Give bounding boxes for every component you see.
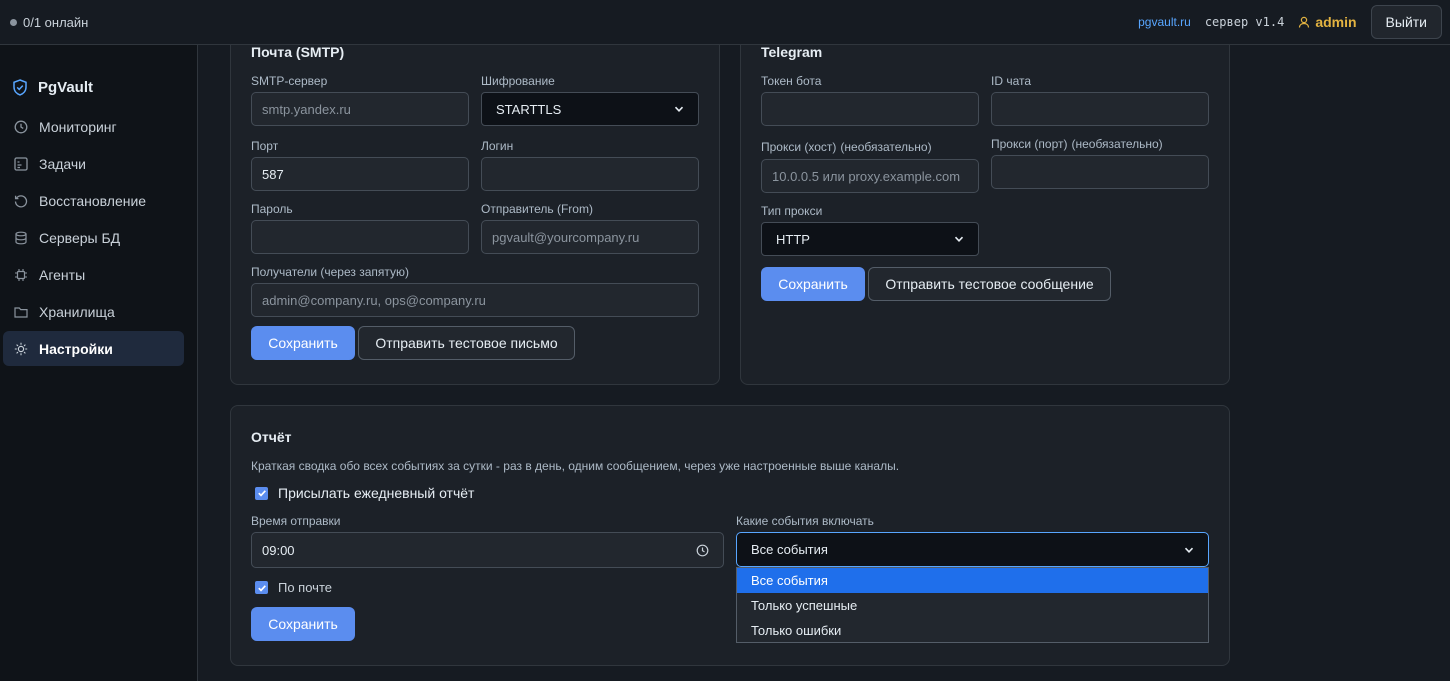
sidebar-item-restore[interactable]: Восстановление <box>3 183 184 218</box>
chevron-down-icon <box>1184 547 1194 553</box>
sidebar-item-db-servers[interactable]: Серверы БД <box>3 220 184 255</box>
sidebar-item-label: Мониторинг <box>39 118 117 135</box>
events-value: Все события <box>751 542 828 557</box>
sidebar-item-agents[interactable]: Агенты <box>3 257 184 292</box>
proxy-port-input[interactable] <box>991 155 1209 189</box>
email-report-toggle[interactable]: По почте <box>255 580 332 595</box>
smtp-title: Почта (SMTP) <box>251 44 345 60</box>
recipients-label: Получатели (через запятую) <box>251 265 410 279</box>
token-label: Токен бота <box>761 74 822 88</box>
port-label: Порт <box>251 139 279 153</box>
brand-name: PgVault <box>38 78 94 96</box>
events-option-errors[interactable]: Только ошибки <box>737 618 1208 643</box>
token-input[interactable] <box>761 92 979 126</box>
online-status: 0/1 онлайн <box>10 15 88 30</box>
chevron-down-icon <box>954 236 964 242</box>
events-label: Какие события включать <box>736 514 874 528</box>
time-label: Время отправки <box>251 514 341 528</box>
proxy-host-label: Прокси (хост) (необязательно) <box>761 140 932 154</box>
password-label: Пароль <box>251 202 293 216</box>
shield-icon <box>13 78 27 96</box>
clock-icon[interactable] <box>696 544 709 557</box>
proxy-port-label: Прокси (порт) (необязательно) <box>991 137 1163 151</box>
telegram-save-button[interactable]: Сохранить <box>761 267 865 301</box>
site-link[interactable]: pgvault.ru <box>1138 15 1191 29</box>
sidebar-item-label: Хранилища <box>39 303 115 320</box>
events-select[interactable]: Все события <box>736 532 1209 567</box>
sun-icon <box>13 341 29 357</box>
logout-button[interactable]: Выйти <box>1370 5 1442 39</box>
sidebar-item-tasks[interactable]: Задачи <box>3 146 184 181</box>
chat-id-label: ID чата <box>991 74 1032 88</box>
time-input[interactable]: 09:00 <box>251 532 724 568</box>
from-label: Отправитель (From) <box>481 202 593 216</box>
encryption-value: STARTTLS <box>496 101 562 117</box>
encryption-select[interactable]: STARTTLS <box>481 92 699 126</box>
sidebar-item-monitoring[interactable]: Мониторинг <box>3 109 184 144</box>
proxy-type-label: Тип прокси <box>761 204 823 218</box>
report-save-button[interactable]: Сохранить <box>251 607 355 641</box>
email-report-label: По почте <box>278 580 332 595</box>
report-title: Отчёт <box>251 429 292 445</box>
daily-report-checkbox[interactable] <box>255 486 268 500</box>
status-dot <box>10 18 17 26</box>
events-dropdown-list: Все события Только успешные Только ошибк… <box>736 567 1209 643</box>
daily-report-toggle[interactable]: Присылать ежедневный отчёт <box>255 485 474 501</box>
password-input[interactable] <box>251 220 469 254</box>
current-user[interactable]: admin <box>1298 14 1357 30</box>
sidebar-item-label: Восстановление <box>39 192 147 209</box>
smtp-server-label: SMTP-сервер <box>251 74 328 88</box>
proxy-host-optional: (необязательно) <box>840 140 932 154</box>
clock-icon <box>13 119 29 135</box>
proxy-host-input[interactable]: 10.0.0.5 или proxy.example.com <box>761 159 979 193</box>
chat-id-input[interactable] <box>991 92 1209 126</box>
sidebar: PgVault Мониторинг Задачи Восстановление… <box>0 45 198 681</box>
email-report-checkbox[interactable] <box>255 581 268 594</box>
encryption-label: Шифрование <box>481 74 555 88</box>
login-label: Логин <box>481 139 514 153</box>
chevron-down-icon <box>674 106 684 112</box>
database-icon <box>13 230 29 246</box>
sidebar-item-label: Настройки <box>39 340 113 357</box>
smtp-save-button[interactable]: Сохранить <box>251 326 355 360</box>
sidebar-item-label: Агенты <box>39 266 86 283</box>
sidebar-item-storages[interactable]: Хранилища <box>3 294 184 329</box>
chip-icon <box>13 267 29 283</box>
tasks-icon <box>13 156 29 172</box>
user-icon <box>1299 16 1310 28</box>
sidebar-nav: Мониторинг Задачи Восстановление Серверы… <box>0 109 197 366</box>
sidebar-item-label: Задачи <box>39 155 87 172</box>
proxy-type-select[interactable]: HTTP <box>761 222 979 256</box>
top-right-group: pgvault.ru сервер v1.4 admin Выйти <box>1138 5 1442 39</box>
folder-icon <box>13 304 29 320</box>
proxy-port-optional: (необязательно) <box>1071 137 1163 151</box>
smtp-test-button[interactable]: Отправить тестовое письмо <box>358 326 575 360</box>
brand[interactable]: PgVault <box>0 45 197 107</box>
report-description: Краткая сводка обо всех событиях за сутк… <box>251 459 900 473</box>
login-input[interactable] <box>481 157 699 191</box>
top-bar: 0/1 онлайн pgvault.ru сервер v1.4 admin … <box>0 0 1450 45</box>
proxy-host-label-text: Прокси (хост) <box>761 140 837 154</box>
telegram-test-button[interactable]: Отправить тестовое сообщение <box>868 267 1111 301</box>
restore-icon <box>13 193 29 209</box>
from-input[interactable]: pgvault@yourcompany.ru <box>481 220 699 254</box>
smtp-server-input[interactable]: smtp.yandex.ru <box>251 92 469 126</box>
events-option-success[interactable]: Только успешные <box>737 593 1208 618</box>
proxy-port-label-text: Прокси (порт) <box>991 137 1068 151</box>
daily-report-label: Присылать ежедневный отчёт <box>278 485 475 501</box>
recipients-input[interactable]: admin@company.ru, ops@company.ru <box>251 283 699 317</box>
server-version: сервер v1.4 <box>1204 15 1285 29</box>
events-option-all[interactable]: Все события <box>737 568 1208 593</box>
port-input[interactable]: 587 <box>251 157 469 191</box>
user-name: admin <box>1315 14 1357 30</box>
proxy-type-value: HTTP <box>776 231 810 247</box>
telegram-title: Telegram <box>761 44 823 60</box>
sidebar-item-label: Серверы БД <box>39 229 121 246</box>
sidebar-item-settings[interactable]: Настройки <box>3 331 184 366</box>
time-value: 09:00 <box>262 542 295 558</box>
online-count: 0/1 онлайн <box>23 14 89 30</box>
